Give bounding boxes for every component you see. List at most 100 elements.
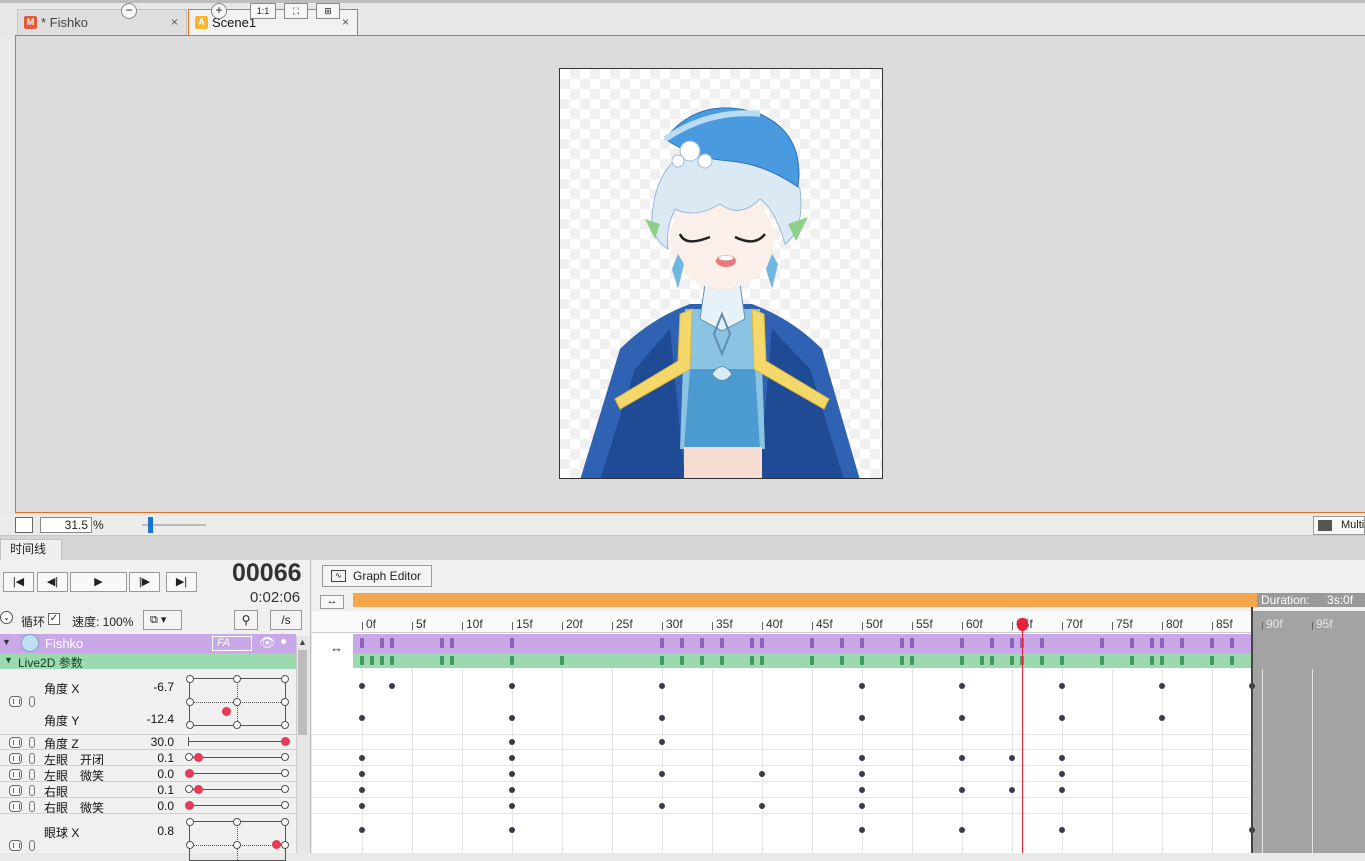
keyframe-dot[interactable]: [959, 787, 965, 793]
param-value[interactable]: 0.1: [120, 783, 174, 797]
guide-toggle-icon[interactable]: ⊞: [316, 3, 340, 19]
keyframe-marker[interactable]: [760, 638, 764, 648]
graph-editor-button[interactable]: ∿ Graph Editor: [322, 565, 432, 587]
keyframe-dot[interactable]: [959, 755, 965, 761]
keyframe-marker[interactable]: [360, 638, 364, 648]
keyframe-marker[interactable]: [840, 638, 844, 648]
keyframe-dot[interactable]: [509, 683, 515, 689]
keyframe-marker[interactable]: [910, 656, 914, 665]
lock-icon[interactable]: [9, 840, 22, 851]
collapse-icon[interactable]: ▼: [4, 655, 13, 665]
keyframe-marker[interactable]: [860, 638, 864, 648]
keyframe-dot[interactable]: [509, 803, 515, 809]
keyframe-marker[interactable]: [1230, 638, 1234, 648]
keyframe-dot[interactable]: [509, 787, 515, 793]
keyframe-dot[interactable]: [1059, 787, 1065, 793]
keyframe-dot[interactable]: [1059, 771, 1065, 777]
keyframe-marker[interactable]: [1180, 656, 1184, 665]
scrollbar-thumb[interactable]: [298, 650, 307, 735]
keyframe-marker[interactable]: [960, 638, 964, 648]
keyframe-marker[interactable]: [510, 656, 514, 665]
link-icon[interactable]: [29, 840, 35, 851]
keyframe-dot[interactable]: [1059, 683, 1065, 689]
keyframe-marker[interactable]: [1130, 638, 1134, 648]
keyframe-marker[interactable]: [360, 656, 364, 665]
canvas-bg-toggle[interactable]: [15, 517, 33, 533]
keyframe-marker[interactable]: [840, 656, 844, 665]
visibility-eye-icon[interactable]: 👁: [259, 635, 276, 651]
param-value[interactable]: 0.1: [120, 751, 174, 765]
keyframe-dot[interactable]: [759, 771, 765, 777]
keyframe-marker[interactable]: [390, 638, 394, 648]
keyframe-marker[interactable]: [860, 656, 864, 665]
keyframe-marker[interactable]: [1130, 656, 1134, 665]
lock-icon[interactable]: [9, 769, 22, 780]
go-end-button[interactable]: ▶|: [166, 572, 197, 592]
param-slider[interactable]: [189, 789, 285, 790]
keyframe-marker[interactable]: [1010, 638, 1014, 648]
scroll-up-icon[interactable]: ▲: [298, 637, 307, 647]
range-end-marker[interactable]: [1251, 607, 1253, 853]
loop-checkbox[interactable]: ✓: [48, 613, 60, 625]
keyframe-dot[interactable]: [359, 787, 365, 793]
keyframe-dot[interactable]: [359, 755, 365, 761]
keyframe-marker[interactable]: [440, 656, 444, 665]
keyframe-dot[interactable]: [1159, 683, 1165, 689]
keyframe-dot[interactable]: [859, 755, 865, 761]
keyframe-dot[interactable]: [1009, 755, 1015, 761]
keyframe-dot[interactable]: [659, 771, 665, 777]
keyframe-marker[interactable]: [750, 638, 754, 648]
keyframe-dot[interactable]: [359, 827, 365, 833]
keyframe-marker[interactable]: [1060, 656, 1064, 665]
speed-label[interactable]: 速度: 100%: [72, 613, 133, 630]
keyframe-dot[interactable]: [959, 715, 965, 721]
link-icon[interactable]: [29, 801, 35, 812]
zoom-in-icon[interactable]: +: [211, 3, 227, 19]
param-handle[interactable]: [272, 840, 281, 849]
param-slider[interactable]: [189, 741, 285, 742]
scene-canvas[interactable]: [559, 68, 883, 479]
keyframe-marker[interactable]: [450, 656, 454, 665]
keyframe-marker[interactable]: [990, 638, 994, 648]
link-icon[interactable]: [29, 737, 35, 748]
param-value[interactable]: 0.8: [120, 824, 174, 838]
param-handle[interactable]: [185, 769, 194, 778]
param-slider[interactable]: [189, 773, 285, 774]
keyframe-dot[interactable]: [659, 683, 665, 689]
keyframe-dot[interactable]: [859, 715, 865, 721]
keyframe-marker[interactable]: [1100, 638, 1104, 648]
keyframe-marker[interactable]: [1150, 638, 1154, 648]
keyframe-marker[interactable]: [810, 656, 814, 665]
param-handle[interactable]: [194, 753, 203, 762]
keyframe-marker[interactable]: [810, 638, 814, 648]
keyframe-marker[interactable]: [680, 656, 684, 665]
go-start-button[interactable]: |◀: [3, 572, 34, 592]
keyframe-dot[interactable]: [659, 715, 665, 721]
lock-icon[interactable]: [9, 737, 22, 748]
lock-icon[interactable]: [9, 801, 22, 812]
collapse-icon[interactable]: ▼: [2, 637, 11, 647]
keyframe-marker[interactable]: [980, 656, 984, 665]
zoom-slider-thumb[interactable]: [148, 517, 153, 533]
param-slider[interactable]: [189, 757, 285, 758]
expand-range-icon[interactable]: ↔: [330, 640, 343, 655]
multi-view-button[interactable]: Multi: [1313, 516, 1365, 535]
keyframe-marker[interactable]: [370, 656, 374, 665]
keyframe-dot[interactable]: [759, 803, 765, 809]
keyframe-marker[interactable]: [720, 656, 724, 665]
keyframe-marker[interactable]: [990, 656, 994, 665]
keyframe-marker[interactable]: [900, 638, 904, 648]
zoom-out-icon[interactable]: −: [121, 3, 137, 19]
keyframe-dot[interactable]: [859, 771, 865, 777]
keyframe-marker[interactable]: [450, 638, 454, 648]
keyframe-dot[interactable]: [509, 739, 515, 745]
keyframe-marker[interactable]: [1150, 656, 1154, 665]
keyframe-dot[interactable]: [359, 771, 365, 777]
param-slider[interactable]: [189, 805, 285, 806]
play-button[interactable]: ▶: [70, 572, 127, 592]
keyframe-dot[interactable]: [509, 771, 515, 777]
close-icon[interactable]: ×: [342, 15, 349, 29]
keyframe-dot[interactable]: [1009, 787, 1015, 793]
keyframe-marker[interactable]: [910, 638, 914, 648]
keyframe-marker[interactable]: [510, 638, 514, 648]
